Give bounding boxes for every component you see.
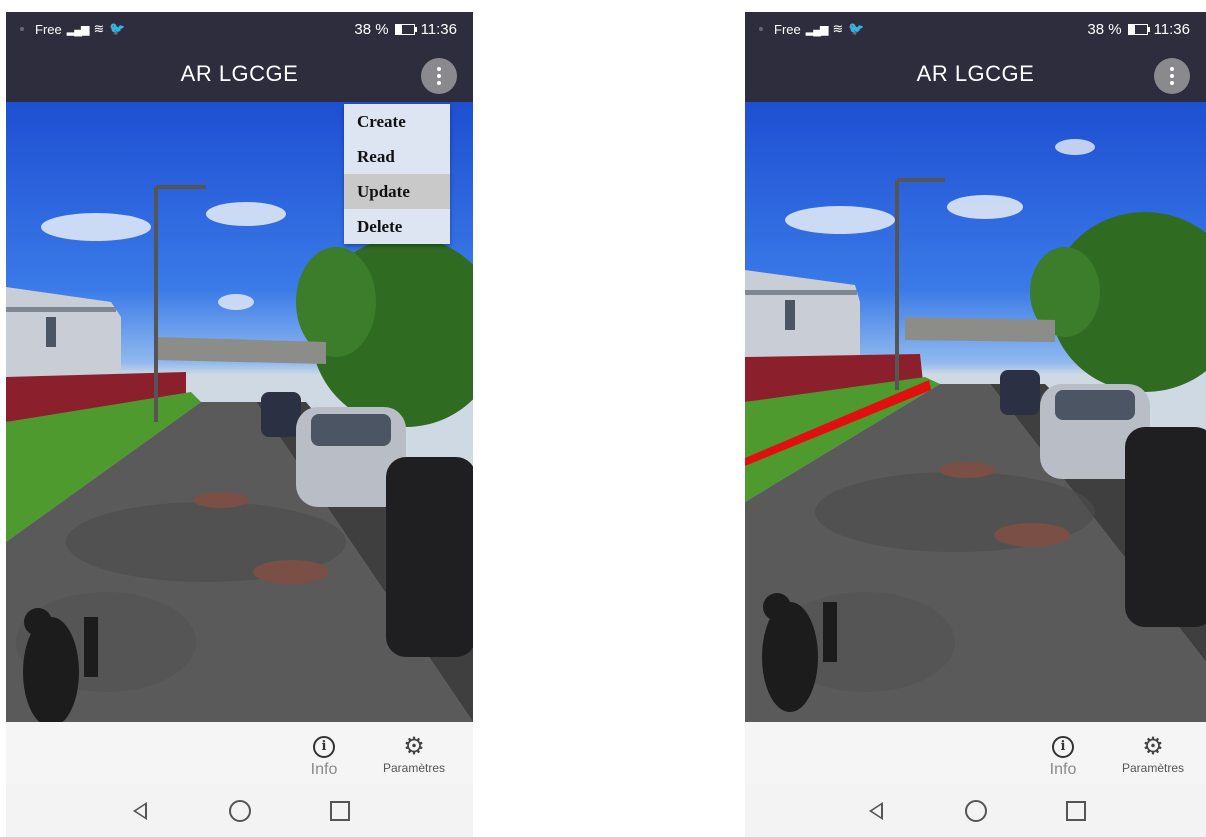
overflow-menu-icon [437,67,441,85]
twitter-icon: 🐦 [848,21,865,36]
home-icon [228,799,251,822]
back-icon [868,801,883,820]
signal-icon: ▂▄▆ [66,23,90,36]
camera-view[interactable] [745,102,1206,722]
battery-percent: 38 % [1087,20,1122,38]
recents-button[interactable] [323,794,357,828]
app-title: AR LGCGE [916,61,1035,86]
crud-dropdown-menu: Create Read Update Delete [344,104,450,244]
bottom-navigation: i Info ⚙ Paramètres [745,722,1206,784]
twitter-icon: 🐦 [109,21,126,36]
recents-icon [329,800,350,821]
battery-percent: 38 % [354,20,389,38]
menu-item-delete[interactable]: Delete [344,209,450,244]
info-icon: i [1052,736,1074,758]
status-bar: Free ▂▄▆ ≋ 🐦 38 % 11:36 [745,12,1206,46]
notification-dot [20,27,24,31]
back-icon [132,801,147,820]
system-navigation-bar [6,784,473,837]
carrier-label: Free [35,21,62,37]
menu-item-create[interactable]: Create [344,104,450,139]
back-button[interactable] [859,794,893,828]
settings-button[interactable]: ⚙ Paramètres [1115,733,1191,776]
carrier-label: Free [774,21,801,37]
info-button[interactable]: i Info [1041,736,1085,779]
wifi-icon: ≋ [93,21,105,36]
recents-button[interactable] [1059,794,1093,828]
battery-icon [394,23,417,35]
clock: 11:36 [420,20,457,38]
gear-icon: ⚙ [1142,733,1164,760]
app-bar: AR LGCGE [745,46,1206,102]
menu-item-update[interactable]: Update [344,174,450,209]
signal-icon: ▂▄▆ [805,23,829,36]
system-navigation-bar [745,784,1206,837]
home-button[interactable] [959,794,993,828]
wifi-icon: ≋ [832,21,844,36]
app-bar: AR LGCGE [6,46,473,102]
overflow-menu-button[interactable] [1154,58,1190,94]
phone-screen-right: Free ▂▄▆ ≋ 🐦 38 % 11:36 AR LGCGE i Info … [745,12,1206,837]
info-label: Info [1049,761,1077,778]
clock: 11:36 [1153,20,1190,38]
bottom-navigation: i Info ⚙ Paramètres [6,722,473,784]
notification-dot [759,27,763,31]
info-button[interactable]: i Info [302,736,346,779]
status-bar: Free ▂▄▆ ≋ 🐦 38 % 11:36 [6,12,473,46]
settings-label: Paramètres [382,761,446,775]
overflow-menu-button[interactable] [421,58,457,94]
app-title: AR LGCGE [180,61,299,86]
info-icon: i [313,736,335,758]
overflow-menu-icon [1170,67,1174,85]
back-button[interactable] [123,794,157,828]
gear-icon: ⚙ [403,733,425,760]
recents-icon [1065,800,1086,821]
phone-screen-left: Free ▂▄▆ ≋ 🐦 38 % 11:36 AR LGCGE Create … [6,12,473,837]
home-button[interactable] [223,794,257,828]
battery-icon [1127,23,1150,35]
settings-label: Paramètres [1121,761,1185,775]
menu-item-read[interactable]: Read [344,139,450,174]
home-icon [964,799,987,822]
settings-button[interactable]: ⚙ Paramètres [376,733,452,776]
street-scene [745,139,1206,722]
info-label: Info [310,761,338,778]
